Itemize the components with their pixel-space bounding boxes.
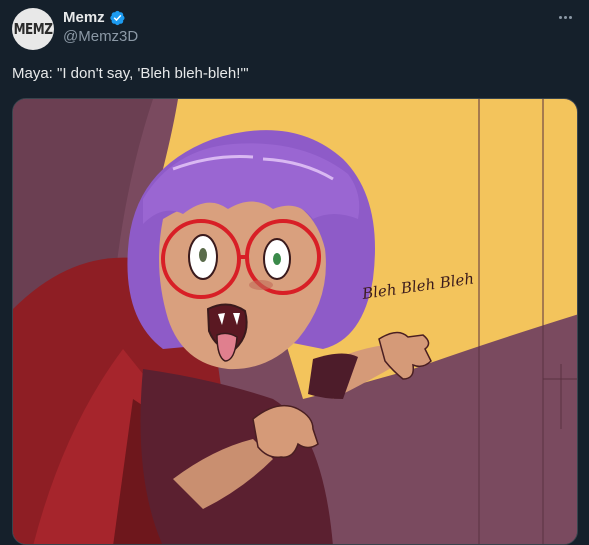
author-handle[interactable]: @Memz3D: [63, 28, 138, 45]
more-horizontal-icon[interactable]: [555, 10, 575, 24]
avatar[interactable]: MEMZ: [12, 8, 54, 50]
author-name-row: Memz: [63, 9, 126, 26]
tweet-card: MEMZ Memz @Memz3D Maya: "I don't say, 'B…: [0, 0, 589, 545]
tweet-media-image[interactable]: Bleh Bleh Bleh: [12, 98, 578, 545]
avatar-logo-text: MEMZ: [13, 20, 53, 38]
tweet-text: Maya: "I don't say, 'Bleh bleh-bleh!'": [12, 65, 249, 82]
author-display-name[interactable]: Memz: [63, 9, 105, 26]
illustration-art: Bleh Bleh Bleh: [13, 99, 577, 544]
verified-badge-icon: [109, 10, 126, 26]
